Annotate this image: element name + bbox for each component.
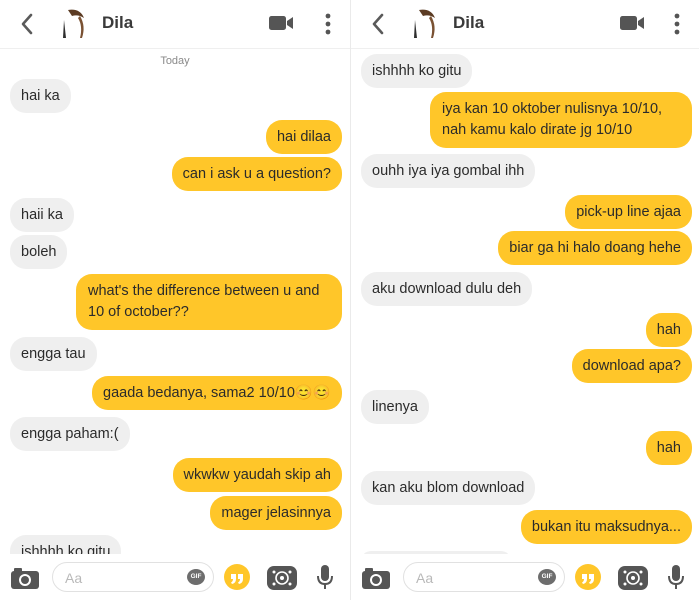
- gif-icon[interactable]: GIF: [538, 569, 556, 585]
- message-incoming[interactable]: ouhh iya iya gombal ihh: [361, 154, 536, 188]
- video-camera-icon[interactable]: [268, 13, 294, 33]
- message-outgoing[interactable]: wkwkw yaudah skip ah: [172, 458, 342, 492]
- sticker-icon[interactable]: [617, 564, 649, 592]
- message-outgoing[interactable]: hah: [645, 431, 692, 465]
- message-incoming[interactable]: engga paham:(: [10, 417, 130, 451]
- message-incoming[interactable]: ishhhh ko gitu: [361, 54, 473, 88]
- message-incoming[interactable]: haii ka: [10, 198, 74, 232]
- message-outgoing[interactable]: pick-up line ajaa: [565, 195, 692, 229]
- composer-bar: GIF: [351, 554, 699, 600]
- chat-header: Dila: [0, 0, 350, 49]
- message-incoming[interactable]: kan aku blom download: [361, 471, 536, 505]
- video-camera-icon[interactable]: [619, 13, 645, 33]
- message-input-field[interactable]: GIF: [52, 562, 214, 592]
- message-incoming[interactable]: boleh: [10, 235, 68, 269]
- message-list[interactable]: Today hai ka hai dilaa can i ask u a que…: [0, 48, 350, 554]
- message-outgoing[interactable]: download apa?: [571, 349, 692, 383]
- composer-bar: GIF: [0, 554, 350, 600]
- message-outgoing[interactable]: hai dilaa: [265, 120, 342, 154]
- more-vertical-icon[interactable]: [324, 12, 332, 36]
- message-incoming[interactable]: linenya: [361, 390, 429, 424]
- gif-icon[interactable]: GIF: [187, 569, 205, 585]
- sticker-icon[interactable]: [266, 564, 298, 592]
- message-incoming[interactable]: hai ka: [10, 79, 71, 113]
- more-vertical-icon[interactable]: [673, 12, 681, 36]
- message-outgoing[interactable]: what's the difference between u and 10 o…: [76, 274, 342, 330]
- message-outgoing[interactable]: bukan itu maksudnya...: [520, 510, 692, 544]
- message-list[interactable]: ishhhh ko gitu iya kan 10 oktober nulisn…: [351, 48, 699, 554]
- avatar[interactable]: [50, 4, 92, 46]
- chat-panel-left: Dila Today hai ka hai dilaa can i ask u …: [0, 0, 350, 600]
- microphone-icon[interactable]: [667, 564, 685, 592]
- chat-header: Dila: [351, 0, 699, 49]
- chevron-left-icon[interactable]: [16, 10, 38, 38]
- message-outgoing[interactable]: mager jelasinnya: [210, 496, 342, 530]
- message-outgoing[interactable]: gaada bedanya, sama2 10/10😊😊: [92, 376, 342, 410]
- message-outgoing[interactable]: can i ask u a question?: [171, 157, 342, 191]
- message-incoming[interactable]: aku download dulu deh: [361, 272, 533, 306]
- message-incoming[interactable]: ishhhh ko gitu: [10, 535, 122, 554]
- day-separator: Today: [160, 55, 190, 67]
- chat-panel-right: Dila ishhhh ko gitu iya kan 10 oktober n…: [350, 0, 699, 600]
- camera-icon[interactable]: [10, 566, 40, 590]
- quote-icon[interactable]: [223, 564, 251, 590]
- contact-name[interactable]: Dila: [102, 13, 133, 33]
- message-outgoing[interactable]: biar ga hi halo doang hehe: [498, 231, 692, 265]
- message-outgoing[interactable]: iya kan 10 oktober nulisnya 10/10, nah k…: [430, 92, 692, 148]
- chevron-left-icon[interactable]: [367, 10, 389, 38]
- avatar[interactable]: [401, 4, 443, 46]
- message-input[interactable]: [63, 567, 177, 589]
- message-input-field[interactable]: GIF: [403, 562, 565, 592]
- camera-icon[interactable]: [361, 566, 391, 590]
- message-outgoing[interactable]: hah: [645, 313, 692, 347]
- contact-name[interactable]: Dila: [453, 13, 484, 33]
- microphone-icon[interactable]: [316, 564, 334, 592]
- quote-icon[interactable]: [574, 564, 602, 590]
- message-input[interactable]: [414, 567, 528, 589]
- message-incoming[interactable]: engga tau: [10, 337, 97, 371]
